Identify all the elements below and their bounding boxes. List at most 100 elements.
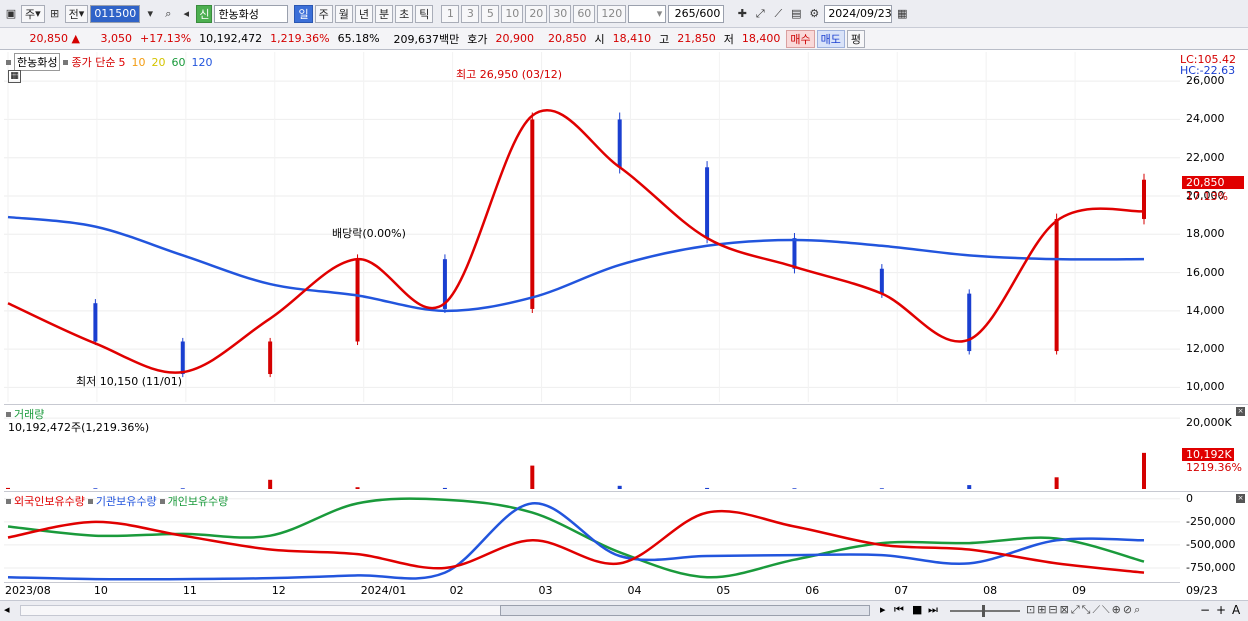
price-tick-label: 22,000 xyxy=(1186,150,1225,164)
volume-bar xyxy=(967,485,972,489)
calendar-icon[interactable]: ▦ xyxy=(894,6,910,22)
x-tick-label: 09 xyxy=(1072,584,1087,597)
volume-bar xyxy=(268,479,273,489)
high-note: 최고 26,950 (03/12) xyxy=(456,68,563,81)
ma10-label: 10 xyxy=(131,55,146,69)
type-select[interactable]: 주 ▾ xyxy=(21,4,45,23)
sell-button[interactable]: 매도 xyxy=(816,29,845,48)
interval-30[interactable]: 30 xyxy=(549,4,572,23)
period-tick[interactable]: 틱 xyxy=(415,4,434,23)
trade-amount: 209,637백만 xyxy=(393,32,460,46)
zoom-in-icon[interactable]: + xyxy=(1216,603,1226,617)
volume-panel: 거래량 10,192,472주(1,219.36%) xyxy=(4,404,1180,490)
period-day[interactable]: 일 xyxy=(294,4,313,23)
volume-value: 10,192,472 xyxy=(199,32,263,45)
buy-button[interactable]: 매수 xyxy=(786,29,815,48)
ma-label: 종가 단순 xyxy=(71,56,116,69)
price-legend: 한농화성 종가 단순 5 10 20 60 120 xyxy=(6,53,212,71)
interval-custom-input[interactable]: ▾ xyxy=(628,4,667,23)
first-icon[interactable]: ⏮ xyxy=(894,603,904,617)
zoom-slider-handle[interactable] xyxy=(982,605,985,617)
volume-bar xyxy=(617,485,622,489)
ma5-label: 5 xyxy=(118,55,126,69)
period-minute[interactable]: 분 xyxy=(374,4,394,23)
tool-icons[interactable]: ⊡⊞⊟⊠⤢⤡⟋⟍⊕⊘⌕ xyxy=(1026,603,1142,617)
zoom-slider[interactable] xyxy=(950,610,1020,612)
candle-body xyxy=(180,341,185,375)
last-pct-tag: 17.13% xyxy=(1186,190,1228,203)
font-size-icon[interactable]: A xyxy=(1232,603,1240,617)
new-badge: 신 xyxy=(196,4,213,23)
eval-button[interactable]: 평 xyxy=(846,29,866,48)
price-tick-label: 18,000 xyxy=(1186,227,1225,241)
dropdown-icon[interactable]: ▾ xyxy=(142,6,158,22)
volume-bar xyxy=(355,487,360,489)
scroll-thumb[interactable] xyxy=(500,605,870,616)
x-tick-label: 08 xyxy=(983,584,998,597)
interval-120[interactable]: 120 xyxy=(597,4,627,23)
price-tick-label: 12,000 xyxy=(1186,342,1225,356)
ma20-label: 20 xyxy=(151,55,166,69)
period-second[interactable]: 초 xyxy=(395,4,414,23)
interval-5[interactable]: 5 xyxy=(481,4,500,23)
foreign-label: 외국인보유수량 xyxy=(14,495,85,508)
gear-icon[interactable]: ⚙ xyxy=(806,6,822,22)
stop-icon[interactable]: ■ xyxy=(912,603,922,616)
legend-square-icon xyxy=(87,498,93,504)
volume-bar xyxy=(180,488,185,489)
scroll-left-icon[interactable]: ◂ xyxy=(4,603,10,616)
mode-select[interactable]: 전 ▾ xyxy=(64,4,89,23)
volume-bar xyxy=(1142,452,1146,489)
volume-chart[interactable] xyxy=(4,405,1180,491)
panel-close-icon[interactable]: × xyxy=(1236,407,1245,416)
ma120-line xyxy=(7,215,1145,313)
x-tick-label: 2023/08 xyxy=(5,584,51,597)
link-icon[interactable]: ⊞ xyxy=(47,6,63,22)
price-tick-label: 10,000 xyxy=(1186,380,1225,394)
candle-body xyxy=(355,259,360,342)
speaker-icon[interactable]: ◂ xyxy=(178,6,194,22)
candle-body xyxy=(705,167,710,239)
play-icon[interactable]: ▸ xyxy=(880,603,886,616)
interval-10[interactable]: 10 xyxy=(501,4,524,23)
stock-name-field[interactable]: 한농화성 xyxy=(214,4,289,23)
price-tick-label: 24,000 xyxy=(1186,112,1225,126)
crosshair-icon[interactable]: ✚ xyxy=(734,6,750,22)
high-price: 21,850 xyxy=(677,32,716,45)
x-tick-label: 07 xyxy=(894,584,909,597)
trend-icon[interactable]: ⟋ xyxy=(770,6,786,22)
save-icon[interactable]: ▤ xyxy=(788,6,804,22)
interval-3[interactable]: 3 xyxy=(461,4,480,23)
count-input[interactable]: 265/600 xyxy=(668,4,725,23)
period-week[interactable]: 주 xyxy=(314,4,333,23)
ma5-line xyxy=(7,108,1145,374)
date-input[interactable]: 2024/09/23 xyxy=(824,4,893,23)
x-tick-label: 04 xyxy=(627,584,642,597)
period-year[interactable]: 년 xyxy=(354,4,373,23)
period-month[interactable]: 월 xyxy=(334,4,353,23)
volume-bar xyxy=(530,465,535,489)
search-icon[interactable]: ⌕ xyxy=(160,6,176,22)
volume-bar xyxy=(792,488,797,489)
volume-bar xyxy=(442,487,447,489)
panel-close-icon[interactable]: × xyxy=(1236,494,1245,503)
grid-toggle-icon[interactable]: ▦ xyxy=(8,70,21,83)
draw-icon[interactable]: ⤢ xyxy=(752,6,768,22)
individual-holding-line xyxy=(7,497,1145,579)
zoom-out-icon[interactable]: − xyxy=(1200,603,1210,617)
interval-20[interactable]: 20 xyxy=(525,4,548,23)
legend-square-icon xyxy=(6,59,11,65)
interval-1[interactable]: 1 xyxy=(441,4,460,23)
x-tick-label: 03 xyxy=(538,584,553,597)
stock-label: 한농화성 xyxy=(14,53,61,71)
layout-icon[interactable]: ▣ xyxy=(3,6,19,22)
stock-code-input[interactable]: 011500 xyxy=(90,4,141,23)
price-chart[interactable] xyxy=(4,52,1180,402)
interval-60[interactable]: 60 xyxy=(573,4,596,23)
candle-body xyxy=(530,119,535,309)
top-toolbar: ▣ 주 ▾ ⊞ 전 ▾ 011500 ▾ ⌕ ◂ 신 한농화성 일 주 월 년 분 … xyxy=(0,0,1248,28)
bid-price-2: 20,850 xyxy=(548,32,587,45)
bottom-scrollbar[interactable]: ◂ ▸ ⏮ ■ ⏭ ⊡⊞⊟⊠⤢⤡⟋⟍⊕⊘⌕ − + A xyxy=(0,600,1248,621)
last-icon[interactable]: ⏭ xyxy=(928,603,938,617)
price-tick-label: 14,000 xyxy=(1186,303,1225,317)
